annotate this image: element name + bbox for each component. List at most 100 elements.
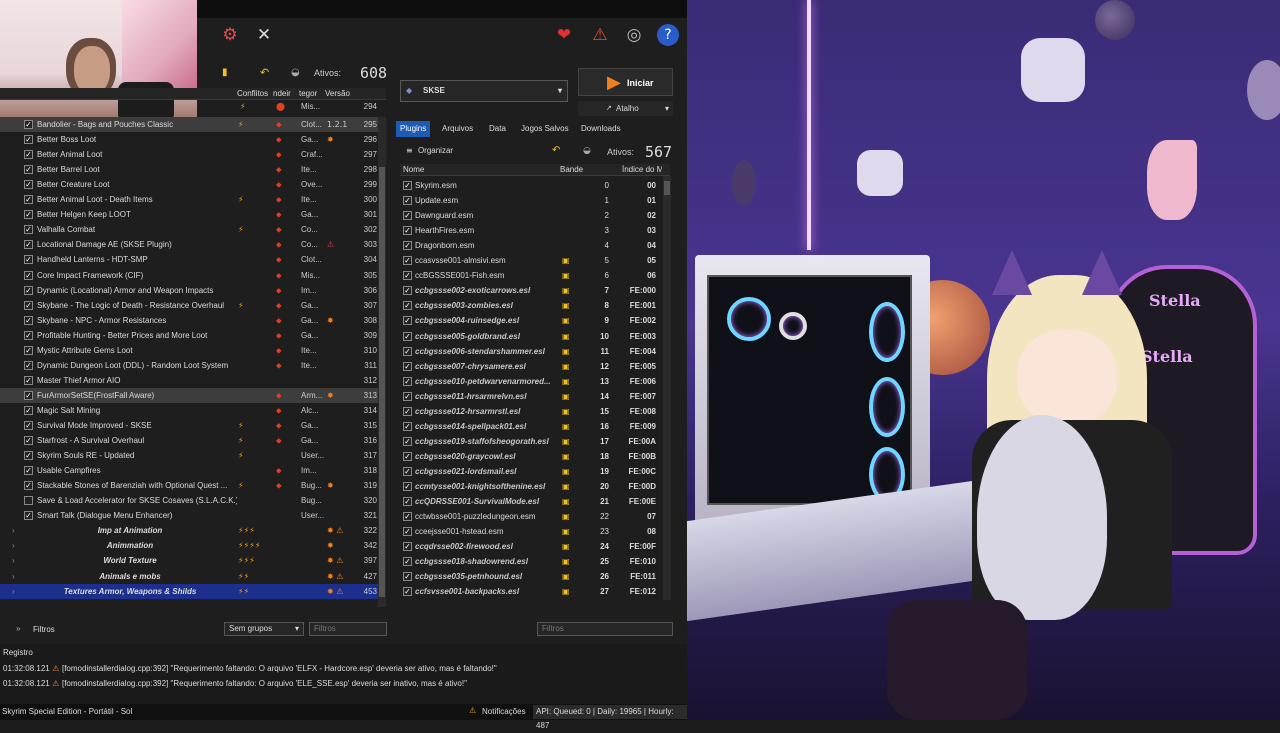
mod-row[interactable]: ✓ Usable Campfires ⬥ Im... 318 (0, 463, 378, 478)
mod-checkbox[interactable]: ✓ (24, 210, 33, 220)
expand-icon[interactable]: › (12, 553, 15, 568)
mod-row[interactable]: ✓ Locational Damage AE (SKSE Plugin) ⬥ Co..… (0, 237, 378, 252)
mod-row[interactable]: Save & Load Accelerator for SKSE Cosaves… (0, 493, 378, 508)
mod-checkbox[interactable]: ✓ (24, 255, 33, 265)
col-indicators[interactable]: ndeir (273, 89, 295, 98)
mod-row[interactable]: ✓ Better Creature Loot ⬥ Ove... 299 (0, 177, 378, 192)
backup-icon[interactable]: ◒ (291, 67, 300, 78)
plugin-checkbox[interactable]: ✓ (403, 497, 412, 507)
plugin-row[interactable]: ✓ ccbgssse007-chrysamere.esl ▣ 12 FE:005 (400, 359, 662, 374)
organize-button[interactable]: ≡ Organizar (406, 146, 466, 158)
plugin-filter-input[interactable]: Filtros (537, 622, 673, 636)
mod-row[interactable]: ✓ Starfrost - A Survival Overhaul ⚡ ⬥ Ga... 3… (0, 433, 378, 448)
mod-row[interactable]: ✓ Core Impact Framework (CIF) ⬥ Mis... 305 (0, 268, 378, 283)
filters-label[interactable]: Filtros (33, 625, 55, 634)
plugin-row[interactable]: ✓ ccbgssse020-graycowl.esl ▣ 18 FE:00B (400, 449, 662, 464)
plugin-row[interactable]: ✓ ccbgssse004-ruinsedge.esl ▣ 9 FE:002 (400, 313, 662, 328)
shortcut-button[interactable]: ↗ Atalho ▾ (578, 101, 673, 116)
plugin-row[interactable]: ✓ ccbgssse005-goldbrand.esl ▣ 10 FE:003 (400, 329, 662, 344)
mod-checkbox[interactable]: ✓ (24, 270, 33, 280)
mod-row[interactable]: ✓ Bandolier - Bags and Pouches Classic ⚡ ⬥ C… (0, 117, 378, 132)
tools-icon[interactable]: ✕ (253, 24, 275, 46)
plugin-checkbox[interactable]: ✓ (403, 557, 412, 567)
plugin-checkbox[interactable]: ✓ (403, 226, 412, 236)
expand-icon[interactable]: › (12, 584, 15, 599)
mod-row[interactable]: ✓ Skybane - NPC - Armor Resistances ⬥ Ga...… (0, 313, 378, 328)
mod-checkbox[interactable]: ✓ (24, 120, 33, 129)
separator-row[interactable]: › Animmation ⚡⚡⚡⚡ ✸ 342 (0, 538, 378, 553)
plugin-row[interactable]: ✓ ccbgssse021-lordsmail.esl ▣ 19 FE:00C (400, 464, 662, 479)
col-category[interactable]: tegor (299, 89, 323, 98)
mod-row[interactable]: ✓ Profitable Hunting - Better Prices and … (0, 328, 378, 343)
plugin-row[interactable]: ✓ ccqdrsse002-firewood.esl ▣ 24 FE:00F (400, 539, 662, 554)
mod-checkbox[interactable]: ✓ (24, 195, 33, 205)
plugin-checkbox[interactable]: ✓ (403, 211, 412, 221)
plugin-row[interactable]: ✓ ccBGSSSE001-Fish.esm ▣ 6 06 (400, 268, 662, 283)
mod-checkbox[interactable]: ✓ (24, 300, 33, 310)
warning-icon[interactable]: ⚠ (589, 24, 611, 46)
mod-row[interactable]: ✓ Valhalla Combat ⚡ ⬥ Co... 302 (0, 222, 378, 237)
mod-row[interactable]: ✓ Dynamic Dungeon Loot (DDL) - Random Loo… (0, 358, 378, 373)
mod-checkbox[interactable]: ✓ (24, 375, 33, 385)
mod-checkbox[interactable]: ✓ (24, 240, 33, 250)
plugin-checkbox[interactable]: ✓ (403, 196, 412, 206)
mod-checkbox[interactable]: ✓ (24, 225, 33, 235)
mod-row[interactable]: ✓ Better Boss Loot ⬥ Ga... ✸ 296 (0, 132, 378, 147)
mod-row[interactable]: ✓ Magic Salt Mining ⬥ Alc... 314 (0, 403, 378, 418)
plugin-row[interactable]: ✓ ccQDRSSE001-SurvivalMode.esl ▣ 21 FE:00E (400, 494, 662, 509)
separator-row[interactable]: › World Texture ⚡⚡⚡ ✸ ⚠ 397 (0, 553, 378, 568)
mod-checkbox[interactable]: ✓ (24, 330, 33, 340)
backup-icon[interactable]: ◒ (583, 146, 591, 156)
tab-downloads[interactable]: Downloads (577, 121, 625, 137)
mod-row[interactable]: ✓ Smart Talk (Dialogue Menu Enhancer) User… (0, 508, 378, 523)
mod-checkbox[interactable]: ✓ (24, 315, 33, 325)
mod-checkbox[interactable]: ✓ (24, 421, 33, 430)
plugin-checkbox[interactable]: ✓ (403, 512, 412, 522)
plugin-row[interactable]: ✓ ccbgssse010-petdwarvenarmored... ▣ 13 FE:0… (400, 374, 662, 389)
plugin-row[interactable]: ✓ ccbgssse003-zombies.esl ▣ 8 FE:001 (400, 298, 662, 313)
mod-checkbox[interactable]: ✓ (24, 390, 33, 400)
plugin-checkbox[interactable]: ✓ (403, 406, 412, 416)
undo-icon[interactable]: ↶ (260, 66, 269, 79)
separator-row[interactable]: › Imp at Animation ⚡⚡⚡ ✸ ⚠ 322 (0, 523, 378, 538)
launch-button[interactable]: ▶ Iniciar (578, 68, 673, 96)
plugin-checkbox[interactable]: ✓ (403, 361, 412, 371)
plugin-row[interactable]: ✓ ccbgssse019-staffofsheogorath.esl ▣ 17 FE:… (400, 434, 662, 449)
plugin-checkbox[interactable]: ✓ (403, 331, 412, 341)
plugin-checkbox[interactable]: ✓ (403, 482, 412, 491)
plugin-row[interactable]: ✓ ccbgssse018-shadowrend.esl ▣ 25 FE:010 (400, 554, 662, 569)
notification-warning-icon[interactable]: ⚠ (469, 706, 476, 715)
plugin-checkbox[interactable]: ✓ (403, 436, 412, 446)
plugin-row[interactable]: ✓ Dragonborn.esm 4 04 (400, 238, 662, 253)
partial-row[interactable]: ⚡ ⬤ Mis... 294 (238, 102, 378, 117)
mod-row[interactable]: ✓ Better Animal Loot - Death Items ⚡ ⬥ Ite..… (0, 192, 378, 207)
plugin-checkbox[interactable]: ✓ (403, 346, 412, 356)
expand-icon[interactable]: › (12, 569, 15, 584)
mod-row[interactable]: ✓ Survival Mode Improved - SKSE ⚡ ⬥ Ga... 315 (0, 418, 378, 433)
undo-icon[interactable]: ↶ (552, 145, 560, 156)
expand-icon[interactable]: › (12, 523, 15, 538)
tab-arquivos[interactable]: Arquivos (438, 121, 477, 137)
plugin-checkbox[interactable]: ✓ (403, 542, 412, 552)
mod-checkbox[interactable]: ✓ (24, 481, 33, 491)
mod-checkbox[interactable]: ✓ (24, 165, 33, 175)
col-flags[interactable]: Bande (560, 165, 584, 174)
mod-checkbox[interactable]: ✓ (24, 345, 33, 355)
plugin-checkbox[interactable]: ✓ (403, 316, 412, 326)
mod-row[interactable]: ✓ Skybane - The Logic of Death - Resistan… (0, 298, 378, 313)
mod-list-scroll-thumb[interactable] (379, 167, 385, 597)
mod-checkbox[interactable] (24, 496, 33, 506)
help-icon[interactable]: ? (657, 24, 679, 46)
plugin-row[interactable]: ✓ Dawnguard.esm 2 02 (400, 208, 662, 223)
profile-icon[interactable]: ⚙ (219, 24, 241, 46)
plugin-row[interactable]: ✓ ccbgssse006-stendarshammer.esl ▣ 11 FE:004 (400, 344, 662, 359)
mod-checkbox[interactable]: ✓ (24, 135, 33, 145)
plugin-row[interactable]: ✓ cctwbsse001-puzzledungeon.esm ▣ 22 07 (400, 509, 662, 524)
plugin-row[interactable]: ✓ ccbgssse012-hrsarmrstl.esl ▣ 15 FE:008 (400, 404, 662, 419)
plugin-checkbox[interactable]: ✓ (403, 421, 412, 431)
mod-row[interactable]: ✓ Better Barrel Loot ⬥ Ite... 298 (0, 162, 378, 177)
mod-row[interactable]: ✓ Better Helgen Keep LOOT ⬥ Ga... 301 (0, 207, 378, 222)
plugin-row[interactable]: ✓ ccasvsse001-almsivi.esm ▣ 5 05 (400, 253, 662, 268)
web-icon[interactable]: ◎ (623, 24, 645, 46)
plugin-checkbox[interactable]: ✓ (403, 572, 412, 582)
